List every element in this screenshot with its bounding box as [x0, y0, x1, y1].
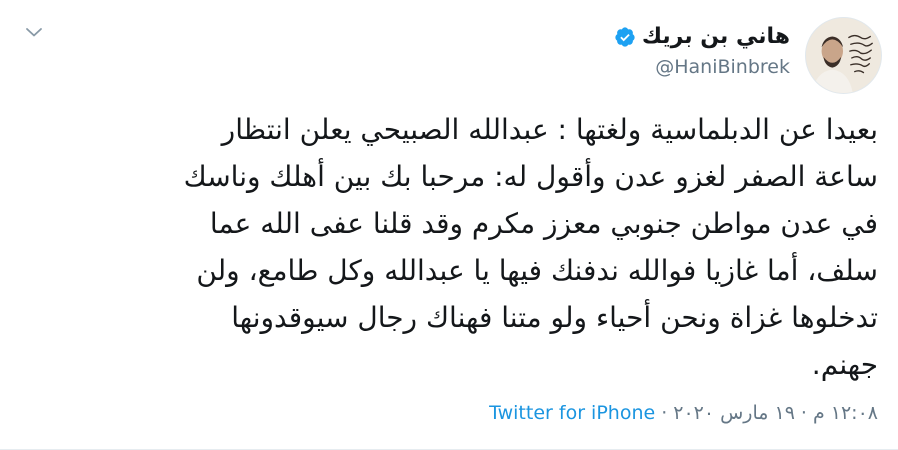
author-name-row[interactable]: هاني بن بريك	[614, 24, 790, 50]
tweet-meta: ١٢:٠٨ م · ١٩ مارس ٢٠٢٠ · Twitter for iPh…	[489, 400, 878, 426]
tweet-time[interactable]: ١٢:٠٨ م	[813, 400, 878, 426]
tweet-text-line: تدخلوها غزاة ونحن أحياء ولو متنا فهناك ر…	[231, 301, 878, 334]
tweet-text-line: في عدن مواطن جنوبي معزز مكرم وقد قلنا عف…	[209, 207, 878, 240]
verified-badge-icon	[614, 26, 636, 48]
avatar[interactable]	[805, 17, 882, 94]
tweet-text-line: بعيدا عن الدبلماسية ولغتها : عبدالله الص…	[221, 113, 878, 146]
avatar-image	[806, 18, 881, 93]
tweet-date[interactable]: ١٩ مارس ٢٠٢٠	[673, 400, 795, 426]
author-display-name[interactable]: هاني بن بريك	[642, 24, 790, 50]
meta-separator: ·	[800, 402, 807, 424]
tweet-text-line: سلف، أما غازيا فوالله ندفنك فيها يا عبدا…	[196, 254, 878, 287]
tweet-text-line: جهنم.	[811, 348, 878, 381]
tweet-source-link[interactable]: Twitter for iPhone	[489, 400, 655, 426]
tweet-text: بعيدا عن الدبلماسية ولغتها : عبدالله الص…	[60, 106, 878, 388]
tweet-card: هاني بن بريك @HaniBinbrek بعيدا عن الدبل…	[0, 0, 898, 450]
author-handle[interactable]: @HaniBinbrek	[655, 55, 790, 79]
tweet-text-line: ساعة الصفر لغزو عدن وأقول له: مرحبا بك ب…	[183, 160, 878, 193]
meta-separator: ·	[661, 402, 668, 424]
chevron-down-icon[interactable]	[22, 20, 46, 44]
